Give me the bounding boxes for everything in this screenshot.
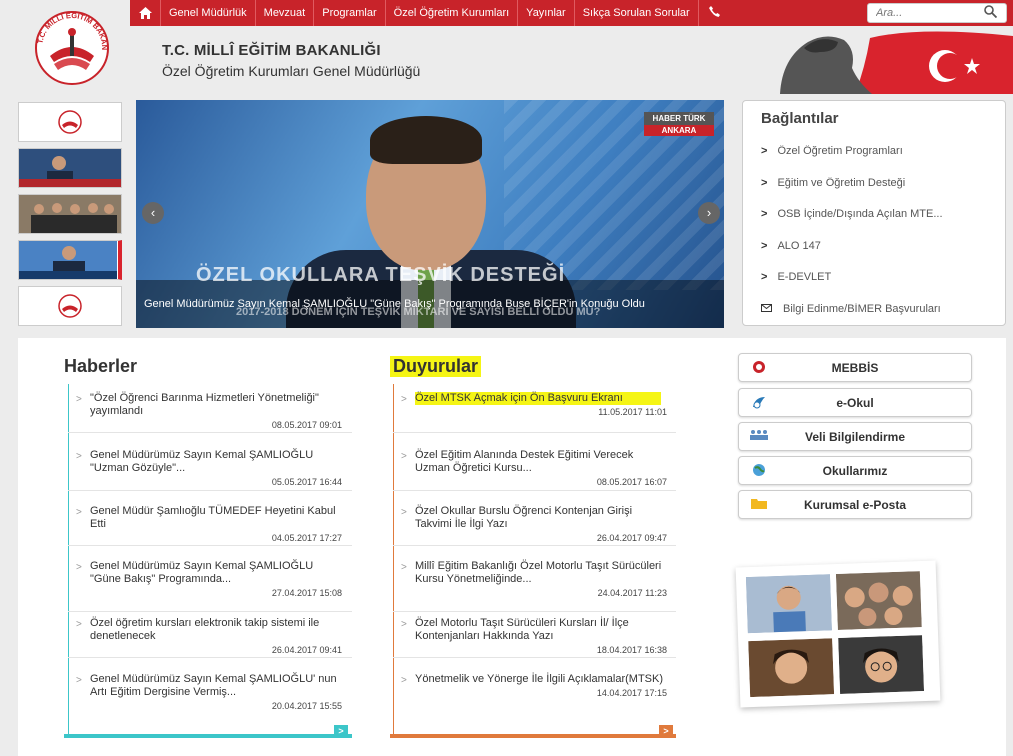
announcement-item-2[interactable]: > Özel Eğitim Alanında Destek Eğitimi Ver… [401,449,667,489]
header-titles: T.C. MİLLÎ EĞİTİM BAKANLIĞI Özel Öğretim… [162,42,420,79]
slider-thumb-3[interactable] [18,194,122,234]
news-item-3[interactable]: > Genel Müdür Şamlıoğlu TÜMEDEF Heyetini … [76,505,342,545]
link-e-devlet[interactable]: > E-DEVLET [761,271,1001,283]
haberler-accent-line [68,384,69,734]
slider-caption[interactable]: Genel Müdürümüz Sayın Kemal ŞAMLIOĞLU "G… [144,296,704,312]
duyurular-title: Duyurular [390,356,482,377]
search-box [867,3,1007,23]
slider-next-button[interactable]: › [698,202,720,224]
chevron-right-icon: > [761,208,768,220]
duyurular-more-button[interactable]: > [659,725,673,737]
chevron-right-icon: > [76,675,82,686]
meb-logo-icon [58,110,82,134]
page-subtitle: Özel Öğretim Kurumları Genel Müdürlüğü [162,63,421,79]
mebbis-icon [749,360,769,376]
veli-bilgilendirme-button[interactable]: Veli Bilgilendirme [738,422,972,451]
ataturk-flag-banner [760,28,1013,94]
announcement-item-5[interactable]: > Özel Motorlu Taşıt Sürücüleri Kursları … [401,617,667,657]
slider-thumb-2[interactable] [18,148,122,188]
main-slider[interactable]: HABER TÜRK ANKARA ÖZEL OKULLARA TEŞVİK D… [136,100,724,328]
link-ozel-ogretim-programlari[interactable]: > Özel Öğretim Programları [761,145,1001,157]
link-bimer[interactable]: Bilgi Edinme/BİMER Başvuruları [761,303,1001,315]
ticker-headline: ÖZEL OKULLARA TEŞVİK DESTEĞİ [196,264,566,286]
nav-sss[interactable]: Sıkça Sorulan Sorular [573,0,698,26]
haberler-more-button[interactable]: > [334,725,348,737]
nav-genel-mudurluk[interactable]: Genel Müdürlük [160,0,255,26]
announcement-item-1[interactable]: > Özel MTSK Açmak için Ön Başvuru Ekranı 1… [401,392,667,419]
chevron-right-icon: > [401,619,407,630]
nav-yayinlar[interactable]: Yayınlar [517,0,574,26]
chevron-right-icon: > [76,619,82,630]
chevron-right-icon: > [76,451,82,462]
slider-thumb-4[interactable] [18,240,122,280]
announcement-item-4[interactable]: > Millî Eğitim Bakanlığı Özel Motorlu Taş… [401,560,667,600]
meb-logo-icon [58,294,82,318]
chevron-right-icon: > [761,240,768,252]
chevron-right-icon: > [401,507,407,518]
thumb-image [19,149,121,187]
chevron-right-icon: > [76,562,82,573]
chevron-right-icon: > [401,675,407,686]
e-okul-button[interactable]: e-Okul [738,388,972,417]
links-title: Bağlantılar [761,110,839,127]
globe-icon [749,463,769,479]
nav-mevzuat[interactable]: Mevzuat [254,0,314,26]
link-alo-147[interactable]: > ALO 147 [761,240,1001,252]
haberler-footer-bar [64,734,352,738]
news-item-6[interactable]: > Genel Müdürümüz Sayın Kemal ŞAMLIOĞLU' … [76,673,342,713]
photo-child-1 [745,574,832,634]
thumb-image [19,195,121,233]
announcement-item-6[interactable]: > Yönetmelik ve Yönerge İle İlgili Açıkla… [401,673,667,700]
thumb-image [19,241,117,279]
tv-channel-logo: HABER TÜRK ANKARA [644,112,714,146]
envelope-icon [761,303,773,315]
folder-icon [749,497,769,513]
news-item-5[interactable]: > Özel öğretim kursları elektronik takip … [76,617,342,657]
slider-thumb-5[interactable] [18,286,122,326]
chevron-right-icon: > [401,394,407,405]
search-icon[interactable] [984,5,998,21]
family-icon [749,429,769,445]
search-input[interactable] [868,7,978,19]
mebbis-button[interactable]: MEBBİS [738,353,972,382]
e-okul-icon [749,395,769,411]
photo-children-group [835,571,922,631]
chevron-right-icon: > [76,507,82,518]
nav-ozel-ogretim-kurumlari[interactable]: Özel Öğretim Kurumları [384,0,518,26]
chevron-right-icon: > [401,562,407,573]
photo-child-3 [838,635,925,694]
children-photo-collage [735,560,941,708]
link-egitim-ogretim-destegi[interactable]: > Eğitim ve Öğretim Desteği [761,177,1001,189]
chevron-right-icon: > [761,271,768,283]
okullarimiz-button[interactable]: Okullarımız [738,456,972,485]
photo-child-2 [748,638,835,698]
chevron-right-icon: > [761,177,768,189]
news-item-4[interactable]: > Genel Müdürümüz Sayın Kemal ŞAMLIOĞLU "… [76,560,342,600]
haberler-title: Haberler [64,356,138,376]
announcement-item-3[interactable]: > Özel Okullar Burslu Öğrenci Kontenjan G… [401,505,667,545]
home-icon[interactable] [130,0,160,26]
page-title: T.C. MİLLÎ EĞİTİM BAKANLIĞI [162,42,381,59]
duyurular-accent-line [393,384,394,734]
phone-icon[interactable] [697,0,730,26]
slider-thumb-1[interactable] [18,102,122,142]
kurumsal-eposta-button[interactable]: Kurumsal e-Posta [738,490,972,519]
chevron-right-icon: > [761,145,768,157]
chevron-right-icon: > [401,451,407,462]
news-item-1[interactable]: > "Özel Öğrenci Barınma Hizmetleri Yönetm… [76,392,342,432]
links-panel: Bağlantılar > Özel Öğretim Programları > E… [742,100,1006,326]
news-item-2[interactable]: > Genel Müdürümüz Sayın Kemal ŞAMLIOĞLU "… [76,449,342,489]
link-osb-mte[interactable]: > OSB İçinde/Dışında Açılan MTE... [761,208,1001,220]
slider-prev-button[interactable]: ‹ [142,202,164,224]
slider-caption-bar: ÖZEL OKULLARA TEŞVİK DESTEĞİ 2017-2018 D… [136,264,724,328]
chevron-right-icon: > [76,394,82,405]
top-nav: Genel Müdürlük Mevzuat Programlar Özel Ö… [130,0,1013,26]
duyurular-footer-bar [390,734,676,738]
meb-logo[interactable]: T.C. MİLLÎ EĞİTİM BAKANLIĞI [15,1,126,88]
nav-programlar[interactable]: Programlar [313,0,384,26]
